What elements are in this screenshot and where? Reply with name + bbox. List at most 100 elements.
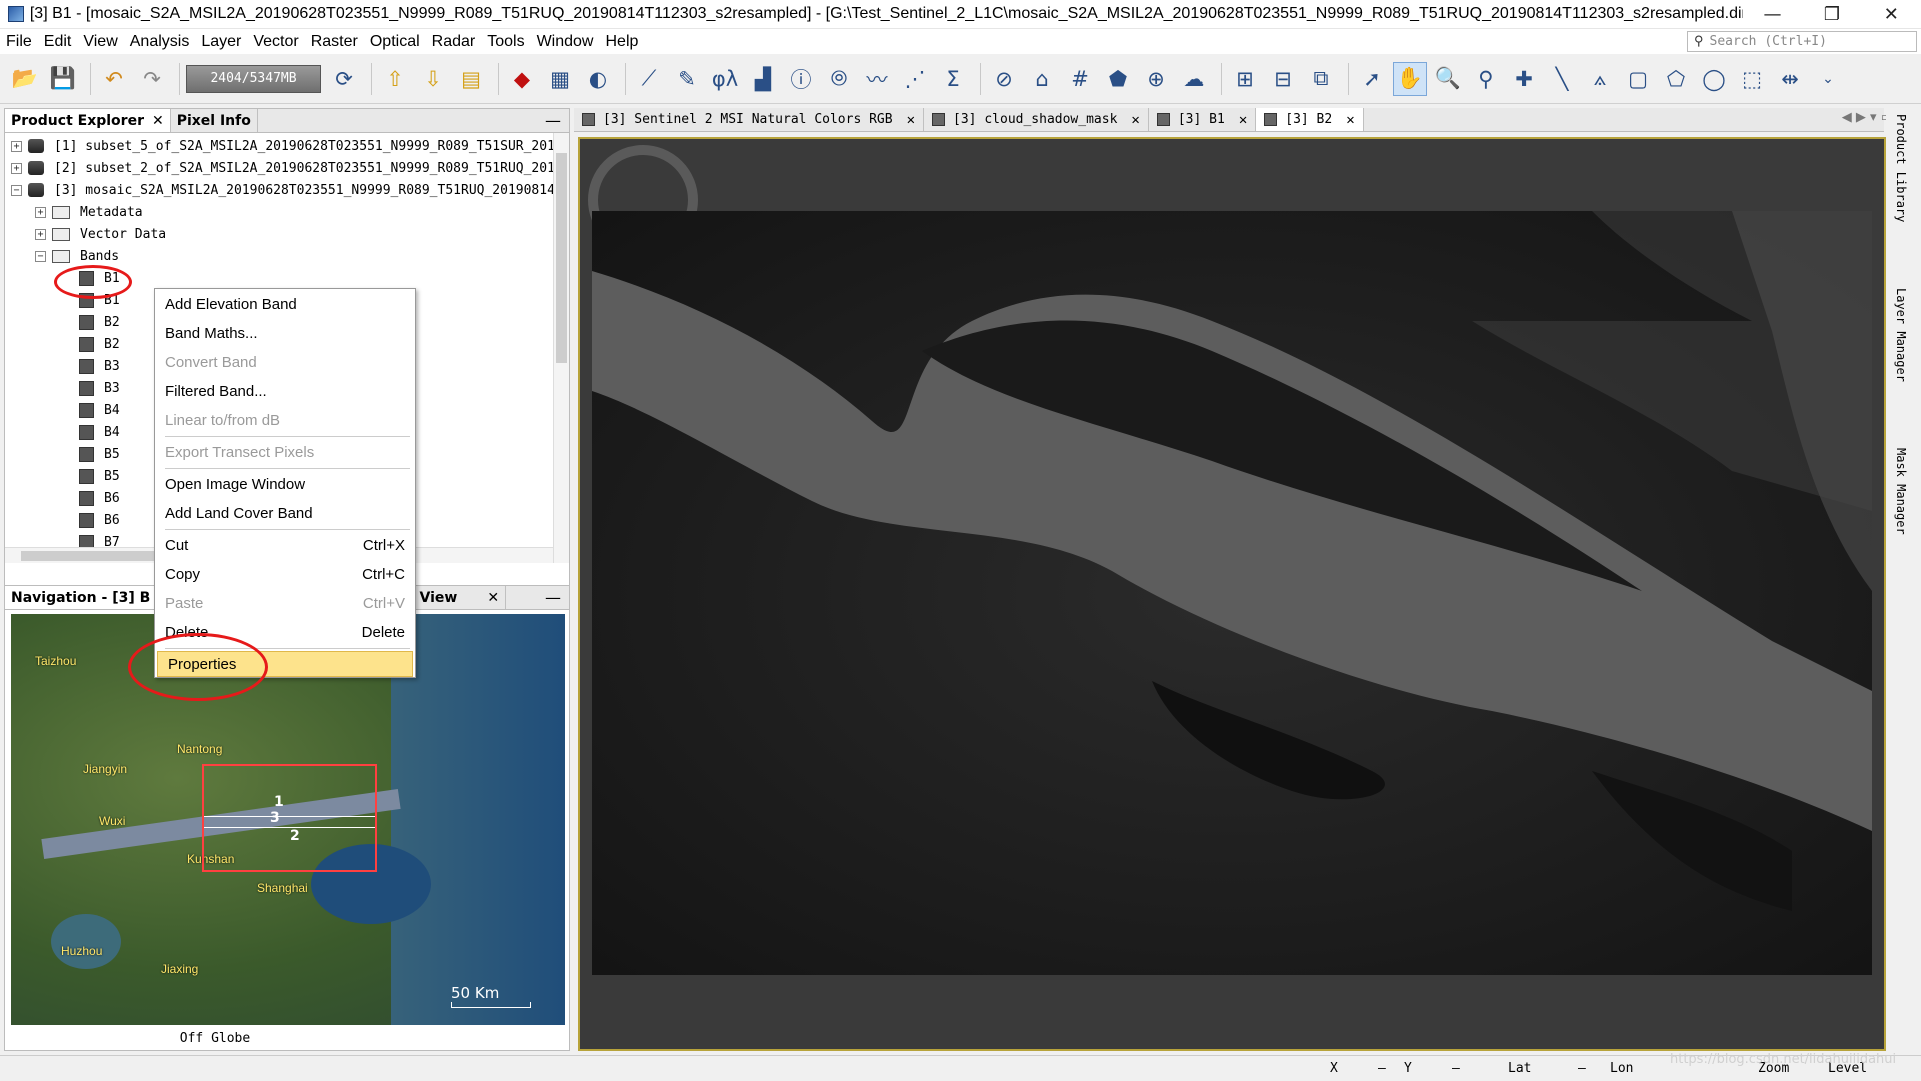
menu-item-add-land-cover-band[interactable]: Add Land Cover Band bbox=[155, 500, 415, 526]
tree-band[interactable]: B5 bbox=[79, 443, 120, 465]
menu-radar[interactable]: Radar bbox=[426, 33, 482, 51]
tree-product-1[interactable]: + [1] subset_5_of_S2A_MSIL2A_20190628T023… bbox=[11, 135, 563, 157]
image-view[interactable] bbox=[578, 137, 1886, 1051]
tree-band[interactable]: B3 bbox=[79, 377, 120, 399]
range-finder-icon[interactable]: ⇹ bbox=[1773, 62, 1807, 96]
expand-icon[interactable]: + bbox=[35, 228, 46, 240]
vertical-scrollbar[interactable] bbox=[553, 133, 569, 563]
histogram-icon[interactable]: ▟ bbox=[746, 62, 780, 96]
spectrum-icon[interactable]: ⟋ bbox=[632, 62, 666, 96]
tree-band[interactable]: B4 bbox=[79, 421, 120, 443]
expand-icon[interactable]: + bbox=[11, 162, 22, 174]
tree-band[interactable]: B3 bbox=[79, 355, 120, 377]
tab-product-explorer[interactable]: Product Explorer ✕ bbox=[5, 109, 171, 132]
tree-folder-vector-data[interactable]: + Vector Data bbox=[35, 223, 166, 245]
redo-icon[interactable]: ↷ bbox=[135, 62, 169, 96]
edit-icon[interactable]: ✎ bbox=[670, 62, 704, 96]
minimize-panel-icon[interactable]: — bbox=[545, 111, 561, 130]
menu-item-open-image-window[interactable]: Open Image Window bbox=[155, 471, 415, 497]
menu-item-filtered-band[interactable]: Filtered Band... bbox=[155, 378, 415, 404]
ellipse-tool-icon[interactable]: ◯ bbox=[1697, 62, 1731, 96]
menu-optical[interactable]: Optical bbox=[364, 33, 426, 51]
menu-item-export-transect-pixels[interactable]: Export Transect Pixels bbox=[155, 439, 415, 465]
menu-item-convert-band[interactable]: Convert Band bbox=[155, 349, 415, 375]
pin-tool-icon[interactable]: ⚲ bbox=[1469, 62, 1503, 96]
tab-navigation[interactable]: Navigation - [3] B bbox=[5, 586, 158, 609]
menu-analysis[interactable]: Analysis bbox=[124, 33, 196, 51]
scatter-icon[interactable]: ⦾ bbox=[822, 62, 856, 96]
phi-lambda-icon[interactable]: φλ bbox=[708, 62, 742, 96]
side-tab-product-library[interactable]: Product Library bbox=[1894, 114, 1908, 222]
cloud-icon[interactable]: ☁ bbox=[1177, 62, 1211, 96]
side-tab-layer-manager[interactable]: Layer Manager bbox=[1894, 288, 1908, 382]
close-icon[interactable]: ✕ bbox=[1346, 112, 1354, 128]
collapse-icon[interactable]: − bbox=[11, 184, 22, 196]
close-icon[interactable]: ✕ bbox=[907, 112, 915, 128]
select-tool-icon[interactable]: ➚ bbox=[1355, 62, 1389, 96]
gcp-tool-icon[interactable]: ✚ bbox=[1507, 62, 1541, 96]
expand-icon[interactable]: + bbox=[11, 140, 22, 152]
close-icon[interactable]: ✕ bbox=[152, 113, 164, 129]
pan-tool-icon[interactable]: ✋ bbox=[1393, 61, 1427, 96]
scatter-plot-icon[interactable]: ⋰ bbox=[898, 62, 932, 96]
viewport-rectangle[interactable]: 1 3 2 bbox=[202, 764, 377, 872]
import-icon[interactable]: ⇧ bbox=[378, 62, 412, 96]
band-icon[interactable]: ▦ bbox=[543, 62, 577, 96]
search-input[interactable]: ⚲ Search (Ctrl+I) bbox=[1687, 31, 1917, 52]
tab-b1[interactable]: [3] B1 ✕ bbox=[1149, 108, 1257, 131]
close-icon[interactable]: ✕ bbox=[1239, 112, 1247, 128]
side-tab-mask-manager[interactable]: Mask Manager bbox=[1894, 448, 1908, 535]
save-product-icon[interactable]: 💾 bbox=[46, 62, 80, 96]
close-icon[interactable]: ✕ bbox=[487, 590, 499, 606]
menu-item-cut[interactable]: Cut Ctrl+X bbox=[155, 532, 415, 558]
menu-raster[interactable]: Raster bbox=[305, 33, 364, 51]
tree-band[interactable]: B2 bbox=[79, 311, 120, 333]
graticule-icon[interactable]: # bbox=[1063, 62, 1097, 96]
tree-band[interactable]: B2 bbox=[79, 333, 120, 355]
export-icon[interactable]: ⇩ bbox=[416, 62, 450, 96]
scrollbar-thumb[interactable] bbox=[556, 153, 567, 363]
menu-window[interactable]: Window bbox=[531, 33, 600, 51]
menu-item-copy[interactable]: Copy Ctrl+C bbox=[155, 561, 415, 587]
polygon-tool-icon[interactable]: ⬠ bbox=[1659, 62, 1693, 96]
menu-view[interactable]: View bbox=[77, 33, 123, 51]
memory-indicator[interactable]: 2404/5347MB bbox=[186, 64, 321, 93]
rgb-image-icon[interactable]: ◆ bbox=[505, 62, 539, 96]
open-product-icon[interactable]: 📂 bbox=[8, 62, 42, 96]
insert-figure-icon[interactable]: ⬚ bbox=[1735, 62, 1769, 96]
sync-cursor-icon[interactable]: ⊟ bbox=[1266, 62, 1300, 96]
zoom-tool-icon[interactable]: 🔍 bbox=[1431, 62, 1465, 96]
menu-layer[interactable]: Layer bbox=[195, 33, 247, 51]
polyline-tool-icon[interactable]: ⟑ bbox=[1583, 62, 1617, 96]
tree-folder-bands[interactable]: − Bands bbox=[35, 245, 119, 267]
tree-band[interactable]: B5 bbox=[79, 465, 120, 487]
menu-tools[interactable]: Tools bbox=[481, 33, 530, 51]
menu-file[interactable]: File bbox=[0, 33, 38, 51]
gc-icon[interactable]: ⟳ bbox=[327, 62, 361, 96]
menu-item-paste[interactable]: Paste Ctrl+V bbox=[155, 590, 415, 616]
line-tool-icon[interactable]: ╲ bbox=[1545, 62, 1579, 96]
menu-vector[interactable]: Vector bbox=[247, 33, 304, 51]
sync-views-icon[interactable]: ⊞ bbox=[1228, 62, 1262, 96]
menu-help[interactable]: Help bbox=[599, 33, 644, 51]
collapse-icon[interactable]: − bbox=[35, 250, 46, 262]
menu-edit[interactable]: Edit bbox=[38, 33, 78, 51]
tab-b2[interactable]: [3] B2 ✕ bbox=[1256, 108, 1364, 131]
tree-folder-metadata[interactable]: + Metadata bbox=[35, 201, 143, 223]
rectangle-tool-icon[interactable]: ▢ bbox=[1621, 62, 1655, 96]
tree-product-3[interactable]: − [3] mosaic_S2A_MSIL2A_20190628T023551_N… bbox=[11, 179, 563, 201]
profile-plot-icon[interactable]: 〰 bbox=[860, 62, 894, 96]
minimize-button[interactable]: — bbox=[1743, 0, 1802, 29]
mask-icon[interactable]: ⊘ bbox=[987, 62, 1021, 96]
tree-band[interactable]: B6 bbox=[79, 509, 120, 531]
gcp-manager-icon[interactable]: ⊕ bbox=[1139, 62, 1173, 96]
tab-cloud-shadow-mask[interactable]: [3] cloud_shadow_mask ✕ bbox=[924, 108, 1149, 131]
expand-icon[interactable]: + bbox=[35, 206, 46, 218]
menu-item-band-maths[interactable]: Band Maths... bbox=[155, 320, 415, 346]
tab-pixel-info[interactable]: Pixel Info bbox=[171, 109, 258, 132]
close-icon[interactable]: ✕ bbox=[1131, 112, 1139, 128]
menu-item-add-elevation-band[interactable]: Add Elevation Band bbox=[155, 291, 415, 317]
product-library-icon[interactable]: ▤ bbox=[454, 62, 488, 96]
tree-band[interactable]: B6 bbox=[79, 487, 120, 509]
tree-product-2[interactable]: + [2] subset_2_of_S2A_MSIL2A_20190628T023… bbox=[11, 157, 563, 179]
